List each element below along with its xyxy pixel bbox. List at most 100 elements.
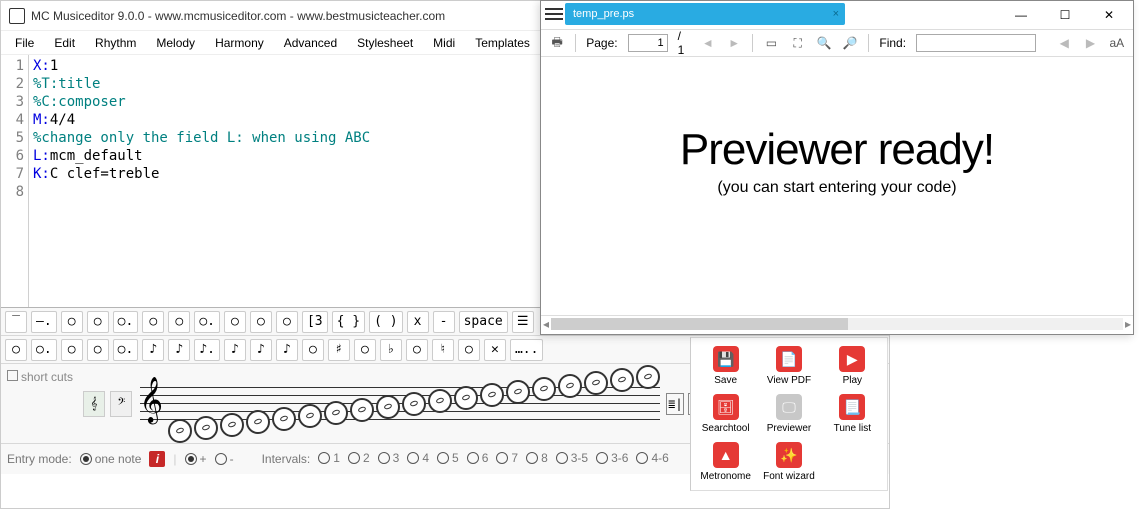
nav-next-icon[interactable]: ▶ <box>1082 34 1098 52</box>
interval-1[interactable]: 1 <box>318 451 340 465</box>
hamburger-icon[interactable] <box>545 7 563 21</box>
notehead-6[interactable] <box>324 401 348 425</box>
notehead-15[interactable] <box>558 374 582 398</box>
page-next-icon[interactable]: ► <box>726 34 742 52</box>
menu-stylesheet[interactable]: Stylesheet <box>347 33 423 53</box>
close-tab-icon[interactable]: × <box>833 8 839 20</box>
tb1-btn-3[interactable]: ○ <box>87 311 109 333</box>
staff-area[interactable]: 𝄞 <box>140 371 660 437</box>
scroll-left-icon[interactable]: ◂ <box>543 317 549 331</box>
interval-8[interactable]: 8 <box>526 451 548 465</box>
tb2-btn-11[interactable]: ○ <box>302 339 324 361</box>
notehead-12[interactable] <box>480 383 504 407</box>
notehead-9[interactable] <box>402 392 426 416</box>
tb1-btn-10[interactable]: ○ <box>276 311 298 333</box>
menu-edit[interactable]: Edit <box>44 33 85 53</box>
tb1-btn-2[interactable]: ○ <box>61 311 83 333</box>
tb2-btn-9[interactable]: ♪ <box>250 339 272 361</box>
shortcuts-checkbox[interactable] <box>7 370 18 381</box>
minimize-button[interactable]: — <box>999 2 1043 28</box>
tb1-btn-4[interactable]: ○. <box>113 311 139 333</box>
tb1-btn-15[interactable]: - <box>433 311 455 333</box>
tb2-btn-12[interactable]: ♯ <box>328 339 350 361</box>
notehead-13[interactable] <box>506 380 530 404</box>
tb2-btn-3[interactable]: ○ <box>87 339 109 361</box>
page-prev-icon[interactable]: ◄ <box>700 34 716 52</box>
preview-tab[interactable]: temp_pre.ps × <box>565 3 845 25</box>
menu-rhythm[interactable]: Rhythm <box>85 33 146 53</box>
menu-harmony[interactable]: Harmony <box>205 33 274 53</box>
notehead-0[interactable] <box>168 419 192 443</box>
interval-2[interactable]: 2 <box>348 451 370 465</box>
zoom-in-icon[interactable]: 🔎 <box>842 34 858 52</box>
info-button[interactable]: i <box>149 451 165 467</box>
tb2-btn-0[interactable]: ○ <box>5 339 27 361</box>
tb1-btn-5[interactable]: ○ <box>142 311 164 333</box>
tb2-btn-14[interactable]: ♭ <box>380 339 402 361</box>
action-font[interactable]: ✨Font wizard <box>758 440 819 484</box>
close-button[interactable]: ✕ <box>1087 2 1131 28</box>
action-search[interactable]: 🗄Searchtool <box>695 392 756 436</box>
scroll-thumb[interactable] <box>551 318 848 330</box>
action-list[interactable]: 📃Tune list <box>822 392 883 436</box>
tb2-btn-17[interactable]: ○ <box>458 339 480 361</box>
action-save[interactable]: 💾Save <box>695 344 756 388</box>
fit-page-icon[interactable]: ▭ <box>763 34 779 52</box>
treble-clef-button[interactable]: 𝄞 <box>83 391 105 417</box>
interval-3-5[interactable]: 3-5 <box>556 451 588 465</box>
tb2-btn-16[interactable]: ♮ <box>432 339 454 361</box>
notehead-3[interactable] <box>246 410 270 434</box>
action-play[interactable]: ▶Play <box>822 344 883 388</box>
tb1-btn-6[interactable]: ○ <box>168 311 190 333</box>
interval-7[interactable]: 7 <box>496 451 518 465</box>
tb2-btn-13[interactable]: ○ <box>354 339 376 361</box>
tb1-btn-8[interactable]: ○ <box>224 311 246 333</box>
print-icon[interactable]: 🖶 <box>549 34 565 52</box>
tb2-btn-6[interactable]: ♪ <box>168 339 190 361</box>
tb1-btn-17[interactable]: ☰ <box>512 311 534 333</box>
preview-h-scrollbar[interactable]: ◂ ▸ <box>541 315 1133 332</box>
interval-5[interactable]: 5 <box>437 451 459 465</box>
tb1-btn-13[interactable]: ( ) <box>369 311 402 333</box>
nav-prev-icon[interactable]: ◀ <box>1056 34 1072 52</box>
find-input[interactable] <box>916 34 1036 52</box>
tb1-btn-0[interactable]: ‾ <box>5 311 27 333</box>
fit-width-icon[interactable]: ⛶ <box>790 34 806 52</box>
scroll-right-icon[interactable]: ▸ <box>1125 317 1131 331</box>
tb2-btn-4[interactable]: ○. <box>113 339 139 361</box>
tb1-btn-12[interactable]: { } <box>332 311 365 333</box>
notehead-14[interactable] <box>532 377 556 401</box>
notehead-11[interactable] <box>454 386 478 410</box>
menu-advanced[interactable]: Advanced <box>274 33 347 53</box>
tb1-btn-7[interactable]: ○. <box>194 311 220 333</box>
maximize-button[interactable]: ☐ <box>1043 2 1087 28</box>
notehead-4[interactable] <box>272 407 296 431</box>
action-preview[interactable]: 🖵Previewer <box>758 392 819 436</box>
interval-3[interactable]: 3 <box>378 451 400 465</box>
notehead-17[interactable] <box>610 368 634 392</box>
zoom-out-icon[interactable]: 🔍 <box>816 34 832 52</box>
barline-1-icon[interactable]: ≣| <box>666 393 684 415</box>
menu-file[interactable]: File <box>5 33 44 53</box>
tb2-btn-8[interactable]: ♪ <box>224 339 246 361</box>
entry-one-note[interactable]: one note <box>80 452 142 466</box>
tb2-btn-18[interactable]: ✕ <box>484 339 506 361</box>
tb1-btn-11[interactable]: [3 <box>302 311 328 333</box>
notehead-1[interactable] <box>194 416 218 440</box>
notehead-18[interactable] <box>636 365 660 389</box>
tb2-btn-1[interactable]: ○. <box>31 339 57 361</box>
entry-plus[interactable]: + <box>185 452 207 466</box>
menu-melody[interactable]: Melody <box>146 33 205 53</box>
menu-templates[interactable]: Templates <box>465 33 540 53</box>
bass-clef-button[interactable]: 𝄢 <box>110 391 132 417</box>
notehead-2[interactable] <box>220 413 244 437</box>
notehead-7[interactable] <box>350 398 374 422</box>
notehead-16[interactable] <box>584 371 608 395</box>
menu-midi[interactable]: Midi <box>423 33 465 53</box>
interval-6[interactable]: 6 <box>467 451 489 465</box>
action-pdf[interactable]: 📄View PDF <box>758 344 819 388</box>
interval-4-6[interactable]: 4-6 <box>636 451 668 465</box>
notehead-8[interactable] <box>376 395 400 419</box>
tb1-btn-9[interactable]: ○ <box>250 311 272 333</box>
tb2-btn-7[interactable]: ♪. <box>194 339 220 361</box>
